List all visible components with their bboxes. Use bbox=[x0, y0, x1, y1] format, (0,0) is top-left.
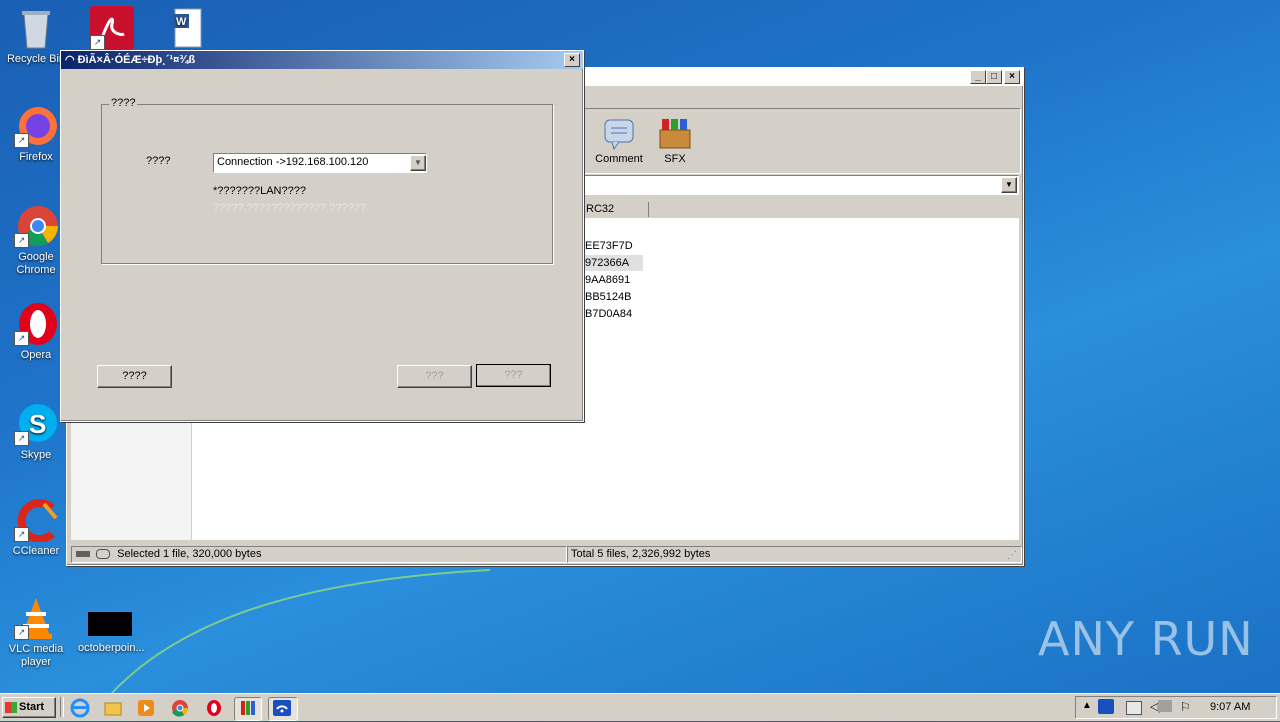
skype-icon: S ↗ bbox=[14, 402, 58, 446]
status-right: Total 5 files, 2,326,992 bytes bbox=[567, 546, 1022, 563]
shortcut-arrow-icon: ↗ bbox=[90, 35, 105, 50]
status-right-text: Total 5 files, 2,326,992 bytes bbox=[571, 548, 711, 560]
lan-note: *???????LAN???? bbox=[213, 185, 306, 197]
connection-field-label: ???? bbox=[146, 155, 171, 167]
wallpaper-swoosh bbox=[109, 569, 491, 696]
crc32-column-header[interactable]: RC32 bbox=[581, 202, 649, 217]
minimize-button[interactable]: _ bbox=[970, 70, 986, 84]
wifi-icon: ◠ bbox=[65, 54, 75, 66]
desktop-icon-firefox[interactable]: ↗ Firefox bbox=[4, 104, 68, 164]
table-row[interactable]: B7D0A84 bbox=[583, 306, 645, 322]
shortcut-arrow-icon: ↗ bbox=[14, 527, 29, 542]
desktop-icon-word-doc[interactable]: W bbox=[155, 6, 219, 53]
comment-button[interactable]: Comment bbox=[593, 118, 645, 165]
firefox-icon: ↗ bbox=[14, 104, 58, 148]
desktop-icon-chrome[interactable]: ↗ Google Chrome bbox=[4, 204, 68, 277]
key-icon bbox=[96, 549, 111, 560]
show-hidden-icons-icon[interactable]: ▲ bbox=[1082, 700, 1092, 711]
chrome-icon: ↗ bbox=[14, 204, 58, 248]
table-row[interactable]: 9AA8691 bbox=[583, 272, 645, 288]
media-player-icon[interactable] bbox=[135, 697, 157, 719]
shortcut-arrow-icon: ↗ bbox=[14, 331, 29, 346]
power-icon[interactable] bbox=[1158, 700, 1172, 712]
desktop-icon-ccleaner[interactable]: ↗ CCleaner bbox=[4, 498, 68, 558]
dialog-close-button[interactable]: × bbox=[564, 53, 580, 67]
groupbox-label: ???? bbox=[109, 97, 138, 109]
start-button[interactable]: Start bbox=[2, 697, 56, 718]
status-left: Selected 1 file, 320,000 bytes bbox=[71, 546, 567, 563]
dialog-title: ÐìÃ×Â·ÓÉÆ÷Ðþ¸´¹¤¾ß bbox=[77, 54, 196, 66]
connection-select-value: Connection ->192.168.100.120 bbox=[217, 156, 369, 168]
winrar-taskbar-icon[interactable] bbox=[234, 697, 262, 721]
ie-icon[interactable] bbox=[69, 697, 91, 719]
connection-select[interactable]: Connection ->192.168.100.120 ▼ bbox=[213, 153, 427, 173]
explorer-icon[interactable] bbox=[102, 697, 124, 719]
acrobat-icon: ↗ bbox=[90, 6, 134, 50]
comment-label: Comment bbox=[595, 153, 643, 165]
network-icon[interactable] bbox=[1126, 701, 1142, 715]
desktop-icon-label: Recycle Bin bbox=[6, 53, 66, 65]
clock[interactable]: 9:07 AM bbox=[1210, 701, 1250, 713]
desktop-icon-label: Skype bbox=[20, 449, 52, 461]
chevron-down-icon[interactable]: ▼ bbox=[410, 155, 426, 171]
vlc-icon: ↗ bbox=[14, 596, 58, 640]
shortcut-arrow-icon: ↗ bbox=[14, 431, 29, 446]
table-row[interactable]: BB5124B bbox=[583, 289, 645, 305]
desktop-icon-recycle-bin[interactable]: Recycle Bin bbox=[4, 6, 68, 66]
desktop-icon-label: CCleaner bbox=[12, 545, 60, 557]
next-button[interactable]: ??? bbox=[476, 364, 551, 387]
desktop-icon-acrobat[interactable]: ↗ bbox=[80, 6, 144, 53]
desktop-icon-vlc[interactable]: ↗ VLC media player bbox=[4, 596, 68, 669]
opera-taskbar-icon[interactable] bbox=[203, 697, 225, 719]
desktop-icon-opera[interactable]: ↗ Opera bbox=[4, 302, 68, 362]
recycle-bin-icon bbox=[14, 6, 58, 50]
help-button[interactable]: ???? bbox=[97, 365, 172, 388]
desktop-icon-label: Firefox bbox=[19, 151, 53, 163]
dialog-titlebar[interactable]: ◠ ÐìÃ×Â·ÓÉÆ÷Ðþ¸´¹¤¾ß bbox=[61, 51, 583, 69]
maximize-button[interactable]: □ bbox=[986, 70, 1002, 84]
opera-icon: ↗ bbox=[14, 302, 58, 346]
word-document-icon: W bbox=[165, 6, 209, 50]
settings-groupbox bbox=[101, 104, 553, 264]
sfx-label: SFX bbox=[664, 153, 686, 165]
status-left-text: Selected 1 file, 320,000 bytes bbox=[117, 548, 262, 560]
svg-text:W: W bbox=[176, 16, 187, 28]
router-tool-dialog: ◠ ÐìÃ×Â·ÓÉÆ÷Ðþ¸´¹¤¾ß × ???? ???? Connecti… bbox=[60, 50, 584, 422]
anyrun-watermark: ANY RUN bbox=[1038, 612, 1254, 666]
table-row-selected[interactable]: 972366A bbox=[583, 255, 643, 271]
table-row[interactable]: EE73F7D bbox=[583, 238, 645, 254]
shortcut-arrow-icon: ↗ bbox=[14, 233, 29, 248]
shortcut-arrow-icon: ↗ bbox=[14, 133, 29, 148]
desktop-icon-label: Google Chrome bbox=[16, 251, 56, 276]
ccleaner-icon: ↗ bbox=[14, 498, 58, 543]
start-label: Start bbox=[19, 701, 45, 713]
drive-icon bbox=[76, 551, 90, 558]
back-button[interactable]: ??? bbox=[397, 365, 472, 388]
desktop-icon-skype[interactable]: S ↗ Skype bbox=[4, 402, 68, 462]
wifi-tray-icon[interactable] bbox=[1098, 699, 1114, 714]
sfx-icon bbox=[659, 119, 691, 149]
desktop-icon-label: Opera bbox=[20, 349, 52, 361]
desktop-icon-label: VLC media player bbox=[8, 643, 64, 668]
taskbar: Start ▲ ◁) ⚐ 9:07 AM bbox=[0, 693, 1280, 721]
windows-logo-icon bbox=[5, 701, 17, 713]
system-tray: ▲ ◁) ⚐ 9:07 AM bbox=[1075, 696, 1277, 719]
router-tool-taskbar-icon[interactable] bbox=[268, 697, 298, 721]
chrome-taskbar-icon[interactable] bbox=[169, 697, 191, 719]
svg-text:S: S bbox=[29, 409, 46, 439]
shortcut-arrow-icon: ↗ bbox=[14, 625, 29, 640]
comment-icon bbox=[604, 119, 634, 151]
flag-icon[interactable]: ⚐ bbox=[1180, 700, 1191, 714]
path-dropdown-button[interactable]: ▼ bbox=[1001, 177, 1017, 193]
sfx-button[interactable]: SFX bbox=[649, 116, 701, 165]
taskbar-separator bbox=[60, 697, 64, 717]
close-button[interactable]: × bbox=[1004, 70, 1020, 84]
resize-grip-icon[interactable]: ⋰ bbox=[1007, 550, 1019, 562]
disabled-hint: ?????,?????????????,?????? bbox=[213, 202, 366, 214]
